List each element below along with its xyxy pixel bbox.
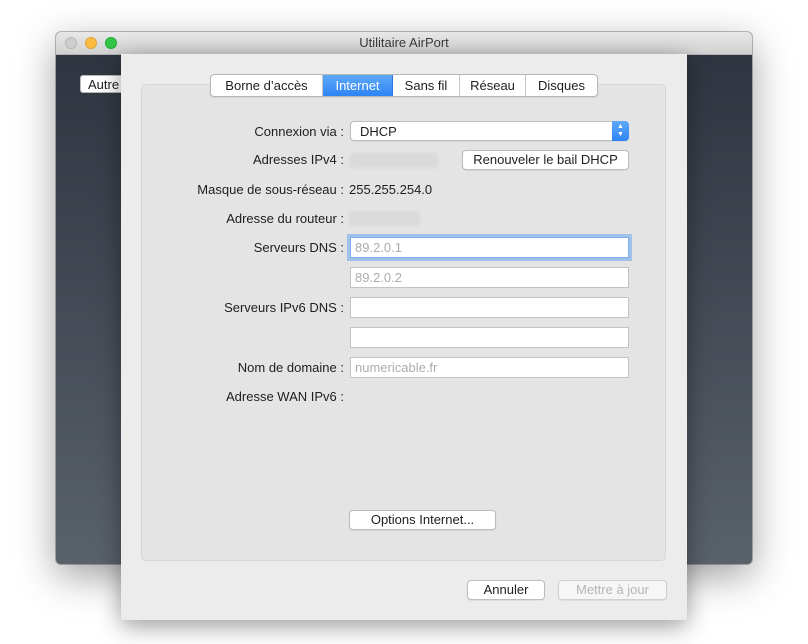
connection-popup[interactable]: DHCP ▲ ▼: [350, 121, 629, 141]
tab-bar: Borne d’accès Internet Sans fil Réseau D…: [210, 74, 598, 97]
window-title: Utilitaire AirPort: [359, 35, 449, 50]
subnet-value: 255.255.254.0: [349, 182, 433, 197]
tab-internet[interactable]: Internet: [323, 75, 393, 96]
renew-dhcp-button[interactable]: Renouveler le bail DHCP: [462, 150, 629, 170]
ipv6-dns-2-input[interactable]: [350, 327, 629, 348]
router-label: Adresse du routeur :: [226, 211, 344, 226]
tab-reseau[interactable]: Réseau: [460, 75, 526, 96]
ipv6-dns-label: Serveurs IPv6 DNS :: [224, 300, 344, 315]
cancel-button[interactable]: Annuler: [467, 580, 545, 600]
domain-label: Nom de domaine :: [237, 360, 344, 375]
tab-disques[interactable]: Disques: [526, 75, 597, 96]
connection-label: Connexion via :: [254, 124, 344, 139]
settings-sheet: Borne d’accès Internet Sans fil Réseau D…: [121, 54, 687, 620]
router-value-redacted: [349, 211, 420, 226]
dns-label: Serveurs DNS :: [253, 240, 344, 255]
tab-sans-fil[interactable]: Sans fil: [393, 75, 460, 96]
update-button[interactable]: Mettre à jour: [558, 580, 667, 600]
dns-server-2-input[interactable]: [350, 267, 629, 288]
title-bar[interactable]: Utilitaire AirPort: [56, 32, 752, 55]
ipv4-value-redacted: [349, 153, 438, 168]
ipv6-dns-1-input[interactable]: [350, 297, 629, 318]
ipv4-label: Adresses IPv4 :: [252, 152, 344, 167]
chevron-up-down-icon: ▲ ▼: [612, 121, 629, 141]
tab-borne-acces[interactable]: Borne d’accès: [211, 75, 323, 96]
dns-server-1-input[interactable]: [350, 237, 629, 258]
wan-ipv6-label: Adresse WAN IPv6 :: [226, 389, 344, 404]
domain-name-input[interactable]: [350, 357, 629, 378]
subnet-label: Masque de sous-réseau :: [197, 182, 344, 197]
internet-options-button[interactable]: Options Internet...: [349, 510, 496, 530]
connection-value: DHCP: [360, 124, 397, 139]
